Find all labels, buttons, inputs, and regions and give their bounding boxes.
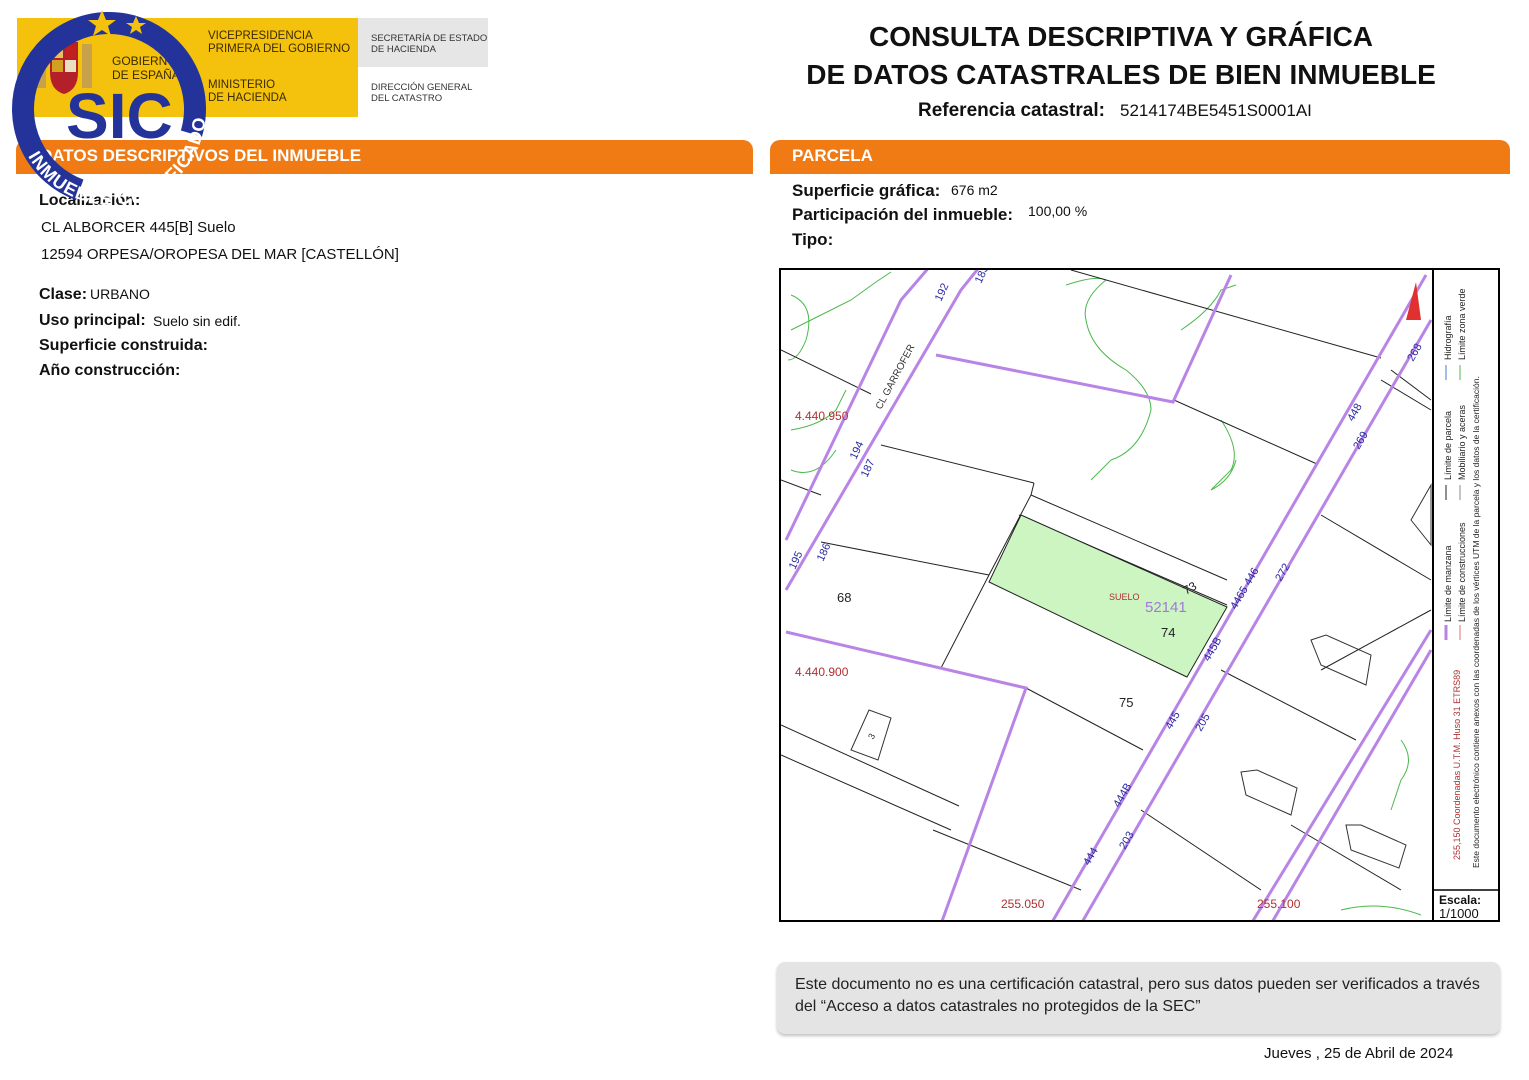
block-boundary <box>935 274 1233 404</box>
boundary-line <box>820 541 990 576</box>
cadastral-map-drawing: 4.440.950 4.440.900 255.050 255.100 CL G… <box>781 270 1498 921</box>
building-outline <box>1410 483 1432 547</box>
tipo-label: Tipo: <box>792 230 834 249</box>
house-number-4465-446: 4465 446 <box>1228 566 1261 612</box>
referencia-catastral-value: 5214174BE5451S0001AI <box>1120 101 1312 120</box>
house-number-186: 186 <box>815 542 834 564</box>
sic-certified-stamp: SIC INMUEBLE CERTIFICADO <box>12 10 209 209</box>
house-number-183: 183 <box>973 270 992 285</box>
legend-coords: 255,150 Coordenadas U.T.M. Huso 31 ETRS8… <box>1452 670 1462 860</box>
boundary-line <box>1220 669 1357 741</box>
parcela-section-underline <box>770 172 1510 174</box>
secretaria-label: SECRETARÍA DE ESTADO DE HACIENDA <box>371 33 488 55</box>
house-number-444b: 444B <box>1111 781 1134 809</box>
stamp-sic-text: SIC <box>66 80 173 152</box>
boundary-line <box>1390 369 1432 401</box>
building-number-3: 3 <box>866 732 877 741</box>
superficie-grafica-label: Superficie gráfica: <box>792 181 941 200</box>
legend-hidrografia: Hidrografía <box>1443 315 1453 360</box>
block-boundary <box>1271 649 1433 920</box>
boundary-line <box>1140 809 1262 891</box>
uso-principal-label: Uso principal: <box>39 312 146 329</box>
legend-divider <box>1432 270 1434 920</box>
house-number-195: 195 <box>787 550 806 572</box>
coord-y2-label: 4.440.900 <box>795 665 849 679</box>
participacion-value: 100,00 % <box>1028 203 1088 219</box>
superficie-grafica-value: 676 m2 <box>951 182 998 198</box>
contour-line <box>1210 419 1237 491</box>
house-number-205: 205 <box>1193 712 1213 734</box>
coord-x1-label: 255.050 <box>1001 897 1045 911</box>
house-number-268: 268 <box>1405 342 1425 364</box>
coord-y1-label: 4.440.950 <box>795 409 849 423</box>
lot-68-label: 68 <box>837 590 851 605</box>
vicepresidencia-label: VICEPRESIDENCIA PRIMERA DEL GOBIERNO <box>208 30 351 55</box>
address-line2: 12594 ORPESA/OROPESA DEL MAR [CASTELLÓN] <box>41 246 399 263</box>
boundary-line <box>1290 824 1402 891</box>
contour-line <box>1390 739 1409 811</box>
contour-line <box>787 294 810 361</box>
highlighted-parcel <box>988 514 1228 678</box>
building-outline <box>1240 769 1298 816</box>
house-number-444: 444 <box>1081 846 1101 868</box>
legend-manzana: Límite de manzana <box>1443 545 1453 622</box>
parcel-ref-label: 52141 <box>1145 599 1187 616</box>
superficie-construida-label: Superficie construida: <box>39 337 208 354</box>
boundary-line <box>940 574 990 669</box>
uso-principal-value: Suelo sin edif. <box>153 313 241 329</box>
cadastral-map: 4.440.950 4.440.900 255.050 255.100 CL G… <box>779 268 1500 922</box>
boundary-line <box>1173 399 1318 465</box>
suelo-label: SUELO <box>1109 592 1140 602</box>
contour-line <box>790 449 837 473</box>
escala-label: Escala: <box>1439 893 1481 907</box>
escala-value: 1/1000 <box>1439 906 1479 921</box>
lot-75-label: 75 <box>1119 695 1133 710</box>
house-number-445: 445 <box>1163 710 1183 732</box>
coord-x2-label: 255.100 <box>1257 897 1301 911</box>
building-outline <box>1310 634 1372 686</box>
parcela-section-title: PARCELA <box>792 146 873 165</box>
referencia-catastral-label: Referencia catastral: <box>918 100 1105 121</box>
clase-label: Clase: <box>39 286 88 303</box>
contour-line <box>790 271 892 331</box>
anio-construccion-label: Año construcción: <box>39 362 181 379</box>
verification-note-text: Este documento no es una certificación c… <box>795 976 1480 1015</box>
page-title: CONSULTA DESCRIPTIVA Y GRÁFICA DE DATOS C… <box>806 21 1436 90</box>
parcela-section-bar <box>770 140 1510 172</box>
boundary-line <box>781 754 952 831</box>
house-number-269: 269 <box>1351 430 1371 452</box>
legend-construcciones: Límite de construcciones <box>1457 522 1467 622</box>
house-number-192: 192 <box>933 282 952 304</box>
block-boundary <box>784 270 929 541</box>
clase-value: URBANO <box>90 286 150 302</box>
legend-zona-verde: Límite zona verde <box>1457 288 1467 360</box>
house-number-448: 448 <box>1345 402 1365 424</box>
ministerio-label: MINISTERIO DE HACIENDA <box>208 79 287 104</box>
document-date: Jueves , 25 de Abril de 2024 <box>1264 1045 1454 1062</box>
legend-mobiliario: Mobiliario y aceras <box>1457 404 1467 480</box>
legend-doc-note: Este documento electrónico contiene anex… <box>1471 376 1481 868</box>
building-outline <box>1345 824 1407 869</box>
direccion-general-label: DIRECCIÓN GENERAL DEL CATASTRO <box>371 82 473 104</box>
legend-parcela: Límite de parcela <box>1443 411 1453 480</box>
participacion-label: Participación del inmueble: <box>792 205 1014 224</box>
contour-line <box>1065 277 1152 481</box>
lot-74-label: 74 <box>1161 625 1175 640</box>
contour-line <box>1340 905 1422 916</box>
address-line1: CL ALBORCER 445[B] Suelo <box>41 219 236 236</box>
boundary-line <box>880 444 1035 484</box>
